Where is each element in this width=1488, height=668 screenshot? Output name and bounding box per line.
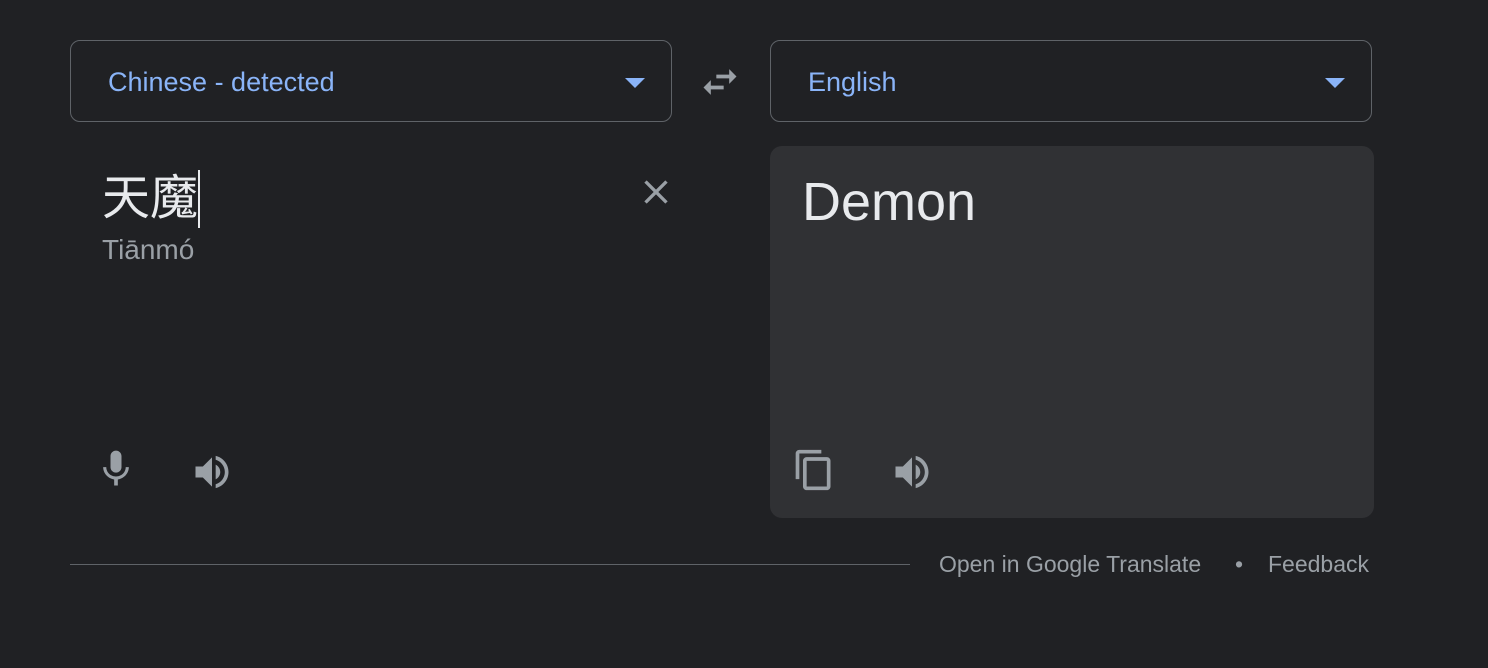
voice-input-button[interactable]: [94, 447, 138, 491]
translate-widget: Chinese - detected English 天魔 Tiānmó Dem…: [0, 0, 1488, 668]
source-text-input[interactable]: 天魔: [102, 168, 198, 228]
close-icon: [644, 180, 668, 204]
clear-source-button[interactable]: [636, 172, 676, 212]
chevron-down-icon: [625, 78, 645, 88]
target-language-label: English: [808, 67, 897, 97]
text-cursor: [198, 170, 200, 228]
listen-translation-button[interactable]: [890, 450, 934, 494]
target-language-select[interactable]: English: [770, 40, 1372, 122]
open-in-google-translate-link[interactable]: Open in Google Translate: [939, 548, 1201, 580]
source-language-label: Chinese - detected: [108, 67, 335, 97]
source-transliteration: Tiānmó: [102, 234, 195, 265]
translation-output: Demon: [802, 172, 977, 232]
speaker-icon: [895, 455, 929, 489]
footer-divider: [70, 564, 910, 565]
translation-panel: Demon: [770, 146, 1374, 518]
chevron-down-icon: [1325, 78, 1345, 88]
copy-icon: [795, 449, 831, 491]
listen-source-button[interactable]: [190, 450, 234, 494]
copy-translation-button[interactable]: [792, 448, 836, 492]
footer-separator: •: [1235, 551, 1244, 577]
swap-languages-button[interactable]: [697, 60, 743, 104]
feedback-link[interactable]: Feedback: [1268, 548, 1369, 580]
source-language-select[interactable]: Chinese - detected: [70, 40, 672, 122]
microphone-icon: [103, 450, 129, 486]
speaker-icon: [195, 455, 229, 489]
swap-arrows-icon: [703, 69, 737, 95]
